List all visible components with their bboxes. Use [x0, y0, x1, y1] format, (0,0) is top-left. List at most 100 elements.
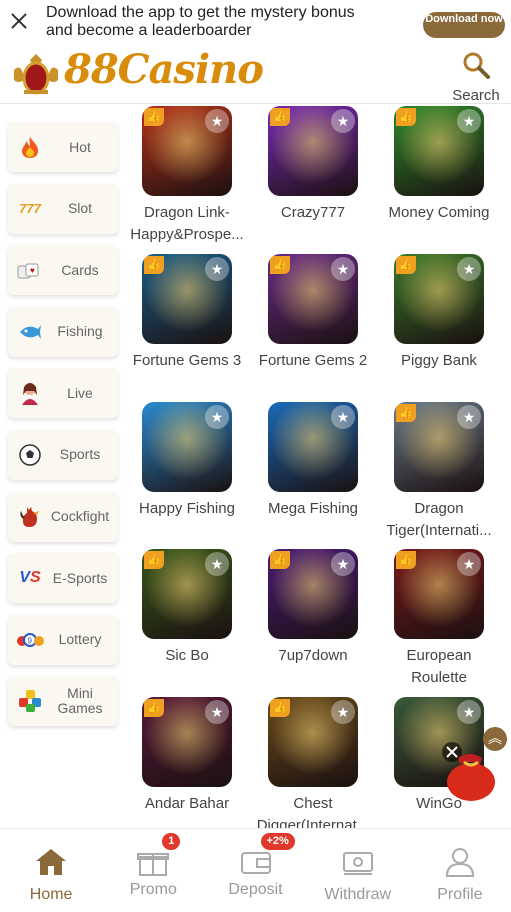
category-cards[interactable]: ♥ Cards: [8, 245, 118, 296]
search-button[interactable]: Search: [448, 50, 504, 104]
game-name: Money Coming: [388, 204, 490, 221]
lottery-balls-icon: 9: [16, 627, 44, 653]
game-thumbnail[interactable]: 👍 ★: [394, 106, 484, 196]
tab-promo[interactable]: 1 Promo: [102, 829, 204, 912]
game-card[interactable]: 👍 ★ Sic Bo: [124, 549, 250, 667]
close-icon[interactable]: [10, 12, 28, 30]
game-thumbnail[interactable]: 👍 ★: [268, 106, 358, 196]
game-name: Dragon Link-Happy&Prospe...: [130, 204, 244, 243]
game-card[interactable]: ★ Mega Fishing: [250, 402, 376, 520]
category-sidebar: Hot 777 Slot ♥ Cards Fishing Live Sports…: [8, 122, 118, 738]
header: 88Casino Search: [0, 44, 511, 104]
thumbs-up-icon: 👍: [396, 108, 416, 126]
tab-label: Withdraw: [324, 886, 392, 903]
game-thumbnail[interactable]: 👍 ★: [142, 106, 232, 196]
favorite-star-icon[interactable]: ★: [205, 405, 229, 429]
tab-label: Profile: [437, 886, 483, 903]
category-slot[interactable]: 777 Slot: [8, 183, 118, 234]
live-dealer-icon: [16, 380, 44, 406]
tab-withdraw[interactable]: Withdraw: [307, 829, 409, 912]
game-thumbnail[interactable]: ★: [142, 402, 232, 492]
game-thumbnail[interactable]: 👍 ★: [268, 254, 358, 344]
game-card[interactable]: 👍 ★ Fortune Gems 3: [124, 254, 250, 372]
game-name: 7up7down: [278, 647, 348, 664]
category-fishing[interactable]: Fishing: [8, 306, 118, 357]
favorite-star-icon[interactable]: ★: [457, 552, 481, 576]
game-card[interactable]: ★ Happy Fishing: [124, 402, 250, 520]
category-label: Sports: [59, 446, 101, 463]
favorite-star-icon[interactable]: ★: [457, 257, 481, 281]
game-card[interactable]: 👍 ★ European Roulette: [376, 549, 502, 689]
app-download-banner: Download the app to get the mystery bonu…: [0, 0, 511, 44]
category-hot[interactable]: Hot: [8, 122, 118, 172]
favorite-star-icon[interactable]: ★: [331, 552, 355, 576]
thumbs-up-icon: 👍: [396, 551, 416, 569]
category-label: Cockfight: [50, 508, 110, 525]
favorite-star-icon[interactable]: ★: [205, 109, 229, 133]
game-card[interactable]: 👍 ★ Piggy Bank: [376, 254, 502, 372]
game-name: Mega Fishing: [267, 500, 359, 517]
game-grid: 👍 ★ Dragon Link-Happy&Prospe... 👍 ★ Crazy777 👍…: [124, 104, 509, 828]
thumbs-up-icon: 👍: [270, 551, 290, 569]
game-card[interactable]: 👍 ★ Dragon Link-Happy&Prospe...: [124, 106, 250, 246]
tab-deposit[interactable]: +2% Deposit: [204, 829, 306, 912]
game-card[interactable]: 👍 ★ Chest Digger(Internat...: [250, 697, 376, 828]
game-thumbnail[interactable]: 👍 ★: [268, 697, 358, 787]
favorite-star-icon[interactable]: ★: [331, 257, 355, 281]
game-thumbnail[interactable]: 👍 ★: [142, 697, 232, 787]
thumbs-up-icon: 👍: [270, 256, 290, 274]
tab-profile[interactable]: Profile: [409, 829, 511, 912]
favorite-star-icon[interactable]: ★: [331, 405, 355, 429]
tab-label: Deposit: [228, 881, 283, 898]
thumbs-up-icon: 👍: [144, 699, 164, 717]
category-cockfight[interactable]: Cockfight: [8, 491, 118, 542]
game-thumbnail[interactable]: 👍 ★: [394, 402, 484, 492]
game-thumbnail[interactable]: ★: [268, 402, 358, 492]
download-now-button[interactable]: Download now: [423, 12, 505, 38]
profile-icon: [445, 848, 474, 877]
soccer-ball-icon: [16, 442, 44, 468]
crest-icon: [14, 54, 58, 95]
slot-777-icon: 777: [19, 201, 41, 217]
game-thumbnail[interactable]: 👍 ★: [268, 549, 358, 639]
category-sports[interactable]: Sports: [8, 429, 118, 480]
category-live[interactable]: Live: [8, 368, 118, 419]
fish-icon: [16, 319, 44, 345]
game-name: Sic Bo: [165, 647, 209, 664]
category-label: Hot: [69, 138, 91, 155]
category-esports[interactable]: VS E-Sports: [8, 553, 118, 604]
category-label: Live: [67, 384, 93, 401]
favorite-star-icon[interactable]: ★: [331, 700, 355, 724]
tab-label: Promo: [129, 881, 177, 898]
favorite-star-icon[interactable]: ★: [205, 700, 229, 724]
favorite-star-icon[interactable]: ★: [457, 109, 481, 133]
category-label: Mini Games: [57, 685, 103, 717]
favorite-star-icon[interactable]: ★: [331, 109, 355, 133]
game-name: Happy Fishing: [139, 500, 235, 517]
favorite-star-icon[interactable]: ★: [205, 257, 229, 281]
game-thumbnail[interactable]: 👍 ★: [142, 254, 232, 344]
game-card[interactable]: 👍 ★ Money Coming: [376, 106, 502, 224]
tab-home[interactable]: Home: [0, 829, 102, 912]
cubes-icon: [16, 688, 44, 714]
deposit-bonus-badge: +2%: [260, 833, 295, 850]
game-thumbnail[interactable]: 👍 ★: [394, 254, 484, 344]
game-card[interactable]: 👍 ★ Fortune Gems 2: [250, 254, 376, 372]
game-card[interactable]: 👍 ★ Andar Bahar: [124, 697, 250, 815]
game-card[interactable]: 👍 ★ Dragon Tiger(Internati...: [376, 402, 502, 542]
category-mini-games[interactable]: Mini Games: [8, 676, 118, 727]
favorite-star-icon[interactable]: ★: [457, 700, 481, 724]
search-icon: [463, 52, 490, 79]
category-label: Lottery: [58, 631, 102, 648]
scroll-top-button[interactable]: ︽: [483, 727, 507, 751]
vs-icon: VS: [19, 569, 41, 587]
gift-icon: [137, 853, 170, 876]
category-lottery[interactable]: 9 Lottery: [8, 614, 118, 665]
thumbs-up-icon: 👍: [144, 108, 164, 126]
game-card[interactable]: 👍 ★ 7up7down: [250, 549, 376, 667]
favorite-star-icon[interactable]: ★: [457, 405, 481, 429]
favorite-star-icon[interactable]: ★: [205, 552, 229, 576]
game-thumbnail[interactable]: 👍 ★: [142, 549, 232, 639]
game-card[interactable]: 👍 ★ Crazy777: [250, 106, 376, 224]
game-thumbnail[interactable]: 👍 ★: [394, 549, 484, 639]
